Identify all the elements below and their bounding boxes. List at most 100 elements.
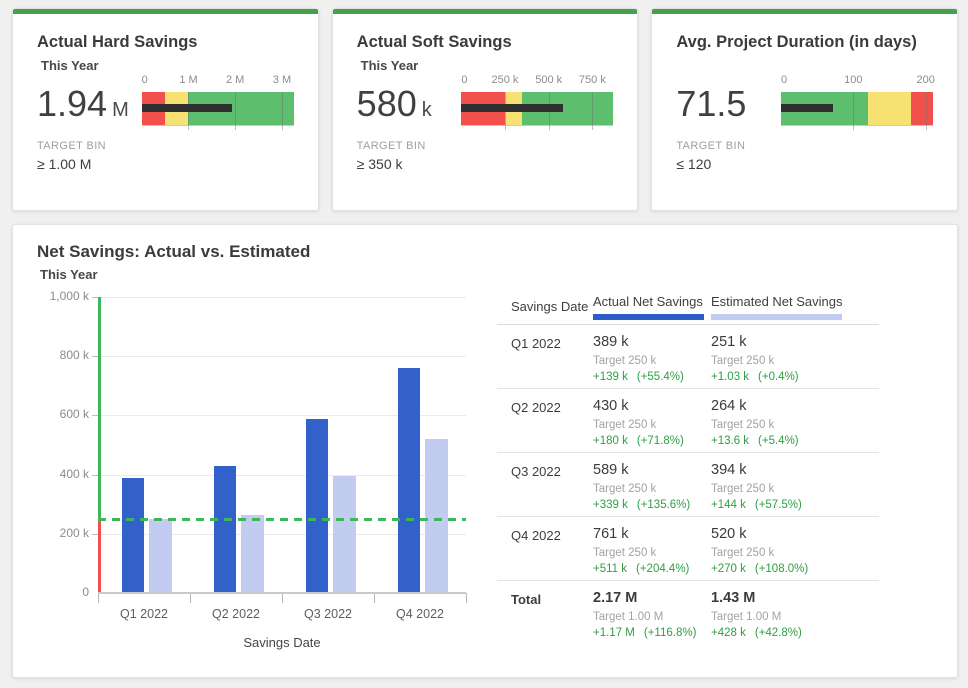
x-axis-tick (466, 593, 467, 603)
net-savings-bar-chart[interactable]: Savings Date 0200 k400 k600 k800 k1,000 … (33, 291, 498, 666)
kpi-value: 71.5 (676, 83, 751, 125)
kpi-title: Actual Soft Savings (357, 33, 512, 52)
cell-variance: +144 k(+57.5%) (711, 499, 802, 511)
savings-values-table: Savings DateActual Net SavingsEstimated … (497, 291, 879, 645)
kpi-cards-row: Actual Hard Savings This Year 1.94M 0 1 M… (12, 8, 958, 211)
bullet-axis-line (142, 125, 294, 126)
net-savings-panel[interactable]: Net Savings: Actual vs. Estimated This Y… (12, 224, 958, 678)
target-line (98, 518, 466, 521)
cell-value: 389 k (593, 334, 628, 350)
x-axis-title: Savings Date (98, 635, 466, 650)
cell-target: Target 250 k (711, 483, 774, 495)
table-row[interactable]: Q4 2022761 kTarget 250 k+511 k(+204.4%)5… (497, 517, 879, 581)
table-row[interactable]: Total 2.17 M Target 1.00 M +1.17 M(+116.8%)… (497, 581, 879, 645)
gridline (98, 356, 466, 357)
table-header-row: Savings DateActual Net SavingsEstimated … (497, 291, 879, 325)
bullet-band (142, 92, 294, 125)
plot-area (98, 297, 466, 593)
bullet-tick-label: 100 (844, 74, 862, 86)
y-axis-label: 600 k (33, 407, 89, 421)
bullet-tick-label: 0 (781, 74, 787, 86)
bar-actual-q2-2022[interactable] (214, 466, 236, 593)
cell-variance: +1.17 M(+116.8%) (593, 627, 696, 639)
bar-actual-q1-2022[interactable] (122, 478, 144, 593)
bullet-chart[interactable]: 0100200 (781, 74, 933, 132)
bullet-range-segment (868, 92, 911, 125)
kpi-subtitle: This Year (41, 58, 99, 73)
bullet-tick-mark (926, 92, 927, 130)
cell-target: Target 1.00 M (593, 611, 663, 623)
bullet-tick-label: 1 M (179, 74, 197, 86)
bar-actual-q3-2022[interactable] (306, 419, 328, 593)
bullet-tick-label: 0 (142, 74, 148, 86)
x-axis-tick (374, 593, 375, 603)
cell-value: 394 k (711, 462, 746, 478)
row-label: Total (511, 592, 541, 607)
bar-estimated-q4-2022[interactable] (425, 439, 448, 593)
cell-value: 520 k (711, 526, 746, 542)
panel-subtitle: This Year (40, 267, 98, 282)
bullet-measure-bar (781, 104, 833, 112)
kpi-title: Avg. Project Duration (in days) (676, 33, 917, 52)
bullet-tick-mark (235, 92, 236, 130)
bullet-band (781, 92, 933, 125)
bullet-tick-label: 3 M (273, 74, 291, 86)
bullet-tick-label: 2 M (226, 74, 244, 86)
bullet-tick-labels: 0250 k500 k750 k (461, 74, 613, 87)
cell-target: Target 250 k (711, 419, 774, 431)
cell-variance: +511 k(+204.4%) (593, 563, 689, 575)
target-bin-label: TARGET BIN (37, 140, 106, 152)
cell-target: Target 250 k (593, 419, 656, 431)
cell-target: Target 250 k (711, 355, 774, 367)
column-header-actual: Actual Net Savings (593, 294, 703, 309)
kpi-card-avg-project-duration[interactable]: Avg. Project Duration (in days) 71.5 0 10… (651, 8, 958, 211)
bullet-chart[interactable]: 0250 k500 k750 k (461, 74, 613, 132)
target-bin-value: ≥ 350 k (357, 156, 403, 172)
bullet-tick-label: 0 (461, 74, 467, 86)
cell-target: Target 250 k (593, 483, 656, 495)
cell-value: 761 k (593, 526, 628, 542)
bullet-tick-label: 250 k (491, 74, 518, 86)
y-axis-line-above-target (98, 297, 101, 519)
y-axis-label: 0 (33, 585, 89, 599)
bullet-range-segment (911, 92, 933, 125)
cell-value: 264 k (711, 398, 746, 414)
row-label: Q3 2022 (511, 464, 561, 479)
bullet-tick-mark (853, 92, 854, 130)
cell-value: 2.17 M (593, 590, 637, 606)
y-axis-label: 1,000 k (33, 289, 89, 303)
kpi-value: 1.94M (37, 83, 129, 125)
kpi-title: Actual Hard Savings (37, 33, 197, 52)
cell-target: Target 250 k (593, 355, 656, 367)
kpi-card-actual-soft-savings[interactable]: Actual Soft Savings This Year 580k 0250 … (332, 8, 639, 211)
cell-value: 430 k (593, 398, 628, 414)
card-accent-strip (652, 9, 957, 14)
y-axis-line-below-target (98, 519, 101, 593)
bullet-measure-bar (142, 104, 233, 112)
cell-value: 589 k (593, 462, 628, 478)
bar-estimated-q2-2022[interactable] (241, 515, 264, 593)
x-axis-category-label: Q2 2022 (190, 607, 282, 621)
kpi-card-actual-hard-savings[interactable]: Actual Hard Savings This Year 1.94M 0 1 M… (12, 8, 319, 211)
bullet-tick-mark (282, 92, 283, 130)
card-accent-strip (333, 9, 638, 14)
table-row[interactable]: Q3 2022589 kTarget 250 k+339 k(+135.6%)3… (497, 453, 879, 517)
row-label: Q1 2022 (511, 336, 561, 351)
gridline (98, 297, 466, 298)
cell-variance: +139 k(+55.4%) (593, 371, 684, 383)
x-axis-tick (282, 593, 283, 603)
bullet-chart[interactable]: 0 1 M 2 M 3 M (142, 74, 294, 132)
y-axis-label: 200 k (33, 526, 89, 540)
bullet-axis-line (781, 125, 933, 126)
kpi-value-unit: k (422, 99, 432, 121)
column-header-savings-date: Savings Date (511, 299, 588, 314)
x-axis-category-label: Q4 2022 (374, 607, 466, 621)
x-axis-tick (190, 593, 191, 603)
bar-actual-q4-2022[interactable] (398, 368, 420, 593)
table-row[interactable]: Q1 2022389 kTarget 250 k+139 k(+55.4%)25… (497, 325, 879, 389)
y-axis-label: 800 k (33, 348, 89, 362)
bar-estimated-q1-2022[interactable] (149, 519, 172, 593)
bar-estimated-q3-2022[interactable] (333, 476, 356, 593)
table-row[interactable]: Q2 2022430 kTarget 250 k+180 k(+71.8%)26… (497, 389, 879, 453)
x-axis-category-label: Q3 2022 (282, 607, 374, 621)
